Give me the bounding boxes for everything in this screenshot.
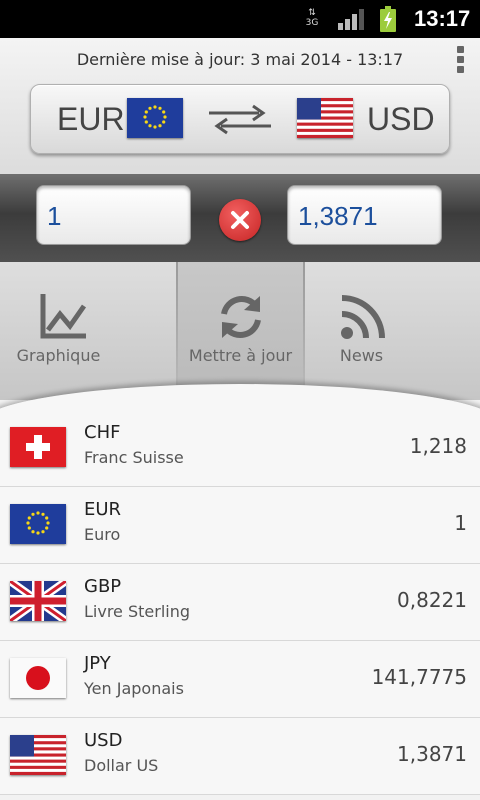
list-item[interactable]: GBP Livre Sterling 0,8221 [0,564,480,641]
uk-flag-icon [10,581,66,621]
currency-name: Dollar US [84,756,159,775]
currency-name: Yen Japonais [84,679,184,698]
rss-icon [341,295,385,339]
currency-code: CHF [84,422,121,443]
currency-code: EUR [84,499,122,520]
us-flag-icon [10,735,66,775]
swap-arrows-icon[interactable] [207,103,273,135]
chart-label: Graphique [16,346,101,365]
battery-charging-icon [380,6,396,32]
currency-code: JPY [84,653,111,674]
currency-pair-selector[interactable]: EUR USD [30,84,450,154]
close-icon [231,211,249,229]
chart-icon [40,294,87,339]
from-currency-code[interactable]: EUR [57,101,125,138]
currency-code: USD [84,730,123,751]
currency-value: 1,218 [409,434,467,458]
list-item[interactable]: USD Dollar US 1,3871 [0,718,480,795]
currency-name: Euro [84,525,121,544]
japan-flag-icon [10,658,66,698]
signal-icon [338,9,364,30]
currency-value: 1 [454,511,467,535]
to-currency-code[interactable]: USD [367,101,435,138]
currency-name: Livre Sterling [84,602,191,621]
currency-code: GBP [84,576,122,597]
currency-value: 141,7775 [371,665,467,689]
amount-input[interactable]: 1 [36,185,191,245]
news-label: News [339,346,384,365]
eu-flag-icon[interactable] [127,98,183,138]
amount-bar: 1 1,3871 [0,174,480,262]
toolbar: Graphique Mettre à jour News [0,262,480,400]
last-update-label: Dernière mise à jour: 3 mai 2014 - 13:17 [76,50,404,69]
currency-list: CHF Franc Suisse 1,218 EUR Euro 1 GBP Li… [0,410,480,795]
currency-name: Franc Suisse [84,448,184,467]
refresh-button[interactable]: Mettre à jour [178,262,303,400]
status-bar: ⇅ 3G 13:17 [0,0,480,38]
refresh-icon [221,296,261,338]
clock: 13:17 [414,6,471,31]
list-item[interactable]: CHF Franc Suisse 1,218 [0,410,480,487]
swiss-flag-icon [10,427,66,467]
overflow-menu-icon[interactable] [455,46,465,76]
news-button[interactable]: News [305,262,430,400]
us-flag-icon[interactable] [297,98,353,138]
eu-flag-icon [10,504,66,544]
list-item[interactable]: EUR Euro 1 [0,487,480,564]
result-field[interactable]: 1,3871 [287,185,442,245]
network-3g-icon: ⇅ 3G [305,8,319,28]
clear-button[interactable] [219,199,261,241]
chart-button[interactable]: Graphique [0,262,125,400]
refresh-label: Mettre à jour [188,346,293,365]
list-item[interactable]: JPY Yen Japonais 141,7775 [0,641,480,718]
currency-value: 0,8221 [397,588,467,612]
currency-value: 1,3871 [397,742,467,766]
